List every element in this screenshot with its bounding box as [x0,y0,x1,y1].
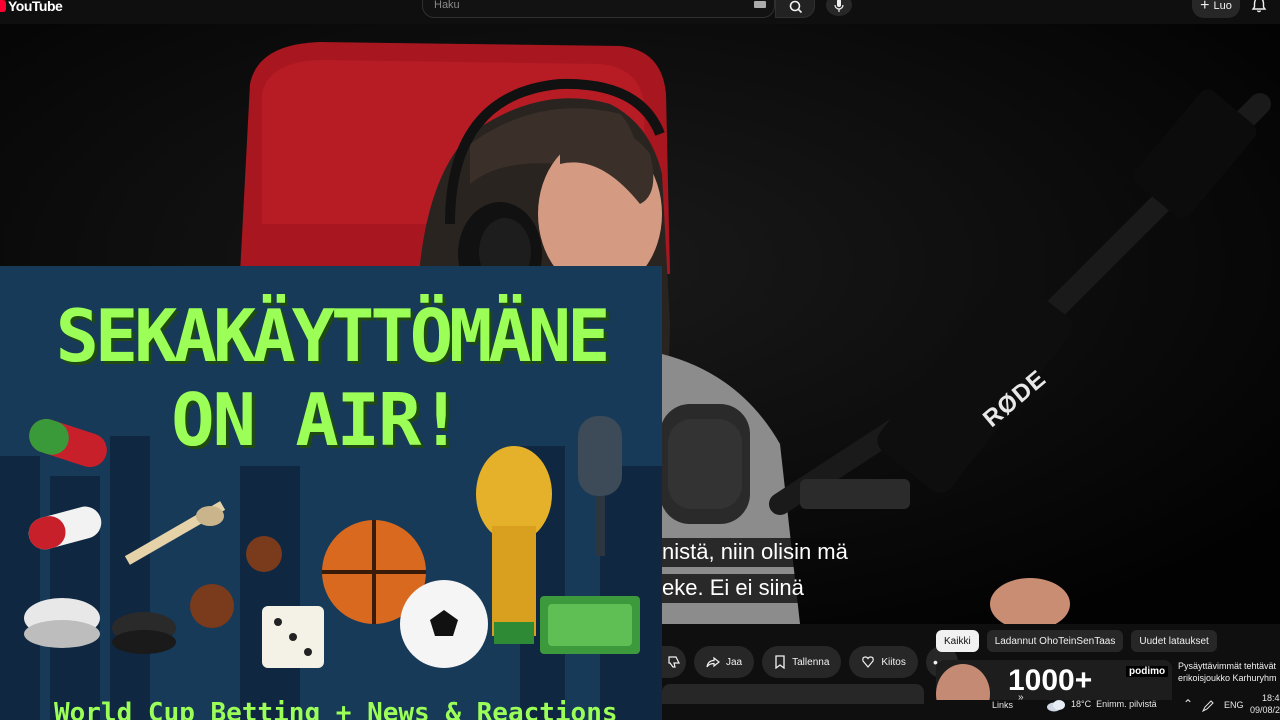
windows-taskbar: Links » 18°C Enimm. pilvistä ⌃ ENG 18:46… [0,690,1280,720]
super-thanks-icon [862,656,875,668]
save-label: Tallenna [792,656,830,668]
keyboard-icon[interactable] [754,1,766,8]
thanks-label: Kiitos [881,656,906,668]
search-input[interactable]: Haku [434,0,460,11]
thumbnail-title-line-2: ON AIR! [171,378,462,462]
related-title-line-1: Pysäyttävimmät tehtävät [1178,661,1277,671]
language-indicator[interactable]: ENG [1224,700,1244,710]
toolbar-expand-icon[interactable]: » [1018,692,1024,703]
save-button[interactable]: Tallenna [762,646,842,678]
search-button[interactable] [775,0,815,18]
podcast-thumbnail: SEKAKÄYTTÖMÄNE ON AIR! World Cup Betting… [0,266,662,720]
youtube-logo-mark [0,0,6,12]
cloud-icon [1047,700,1065,712]
create-button[interactable]: + Luo [1192,0,1240,18]
create-label: Luo [1213,0,1232,12]
search-icon [789,0,803,14]
thanks-button[interactable]: Kiitos [849,646,918,678]
bookmark-icon [775,655,785,669]
share-button[interactable]: Jaa [694,646,755,678]
chip-new-uploads[interactable]: Uudet lataukset [1131,630,1217,652]
chip-channel[interactable]: Ladannut OhoTeinSenTaas [986,630,1124,652]
voice-search-button[interactable] [826,0,852,16]
youtube-logo[interactable]: YouTube [0,0,63,16]
video-actions: Jaa Tallenna Kiitos ••• [662,646,958,678]
related-title-line-2: erikoisjoukko Karhuryhm [1178,673,1277,683]
share-label: Jaa [726,656,743,668]
thumbnail-title-line-1: SEKAKÄYTTÖMÄNE [55,294,611,378]
pen-icon[interactable] [1202,700,1214,712]
chip-all[interactable]: Kaikki [936,630,979,652]
bell-icon[interactable] [1251,0,1267,14]
dislike-button[interactable] [662,646,686,678]
clock-date[interactable]: 09/08/2 [1250,705,1280,715]
caption-line-1: nistä, niin olisin mä [662,538,853,567]
tray-chevron-icon[interactable]: ⌃ [1183,697,1193,711]
share-icon [706,656,720,668]
related-video-title[interactable]: Pysäyttävimmät tehtävät erikoisjoukko Ka… [1178,660,1280,684]
weather-widget[interactable]: 18°C Enimm. pilvistä [1071,699,1157,709]
caption-line-2: eke. Ei ei siinä [662,574,809,603]
related-filter-chips: Kaikki Ladannut OhoTeinSenTaas Uudet lat… [936,630,1217,652]
microphone-icon [834,0,844,12]
links-toolbar[interactable]: Links [992,700,1013,710]
clock-time[interactable]: 18:46 [1262,693,1280,703]
masthead: YouTube Haku + Luo [0,0,1280,24]
search-box[interactable]: Haku [422,0,775,18]
plus-icon: + [1200,0,1210,14]
related-thumb-brand: podimo [1126,666,1169,677]
thumbs-down-icon [668,656,680,668]
youtube-logo-text: YouTube [8,0,63,14]
